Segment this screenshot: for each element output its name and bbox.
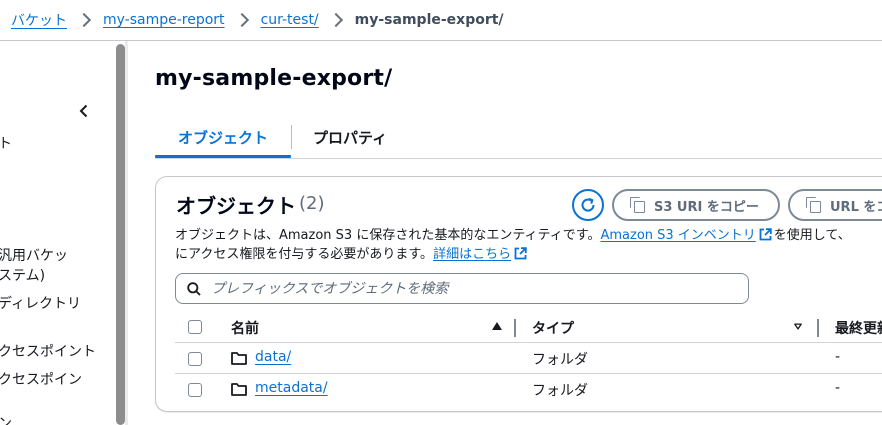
breadcrumb-buckets-link[interactable]: バケット: [11, 10, 67, 30]
folder-icon: [231, 383, 247, 396]
tabs-divider: [155, 158, 882, 159]
search-box: [175, 273, 749, 304]
sort-descending-icon[interactable]: [794, 323, 802, 330]
learn-more-link[interactable]: 詳細はこちら: [433, 247, 511, 262]
sidenav-item-general-buckets[interactable]: 汎用バケッ: [0, 245, 68, 265]
tab-objects[interactable]: オブジェクト: [155, 117, 291, 157]
side-navigation: ト 汎用バケッ ステム) ディレクトリ クセスポイント クセスポイン ン: [0, 41, 116, 425]
search-input[interactable]: [211, 280, 731, 297]
object-name-link[interactable]: metadata/: [255, 380, 328, 396]
copy-s3-uri-button[interactable]: S3 URI をコピー: [612, 189, 780, 221]
objects-panel-title: オブジェクト: [176, 194, 296, 218]
search-icon: [187, 281, 201, 296]
object-last-modified: -: [835, 380, 841, 396]
breadcrumb-current: my-sample-export/: [354, 12, 504, 28]
objects-description: オブジェクトは、Amazon S3 に保存された基本的なエンティティです。Ama…: [175, 226, 882, 264]
refresh-icon: [581, 197, 595, 212]
external-link-icon: [759, 228, 772, 241]
refresh-button[interactable]: [572, 189, 604, 221]
copy-s3-uri-label: S3 URI をコピー: [654, 199, 759, 215]
tab-properties[interactable]: プロパティ: [313, 117, 387, 157]
objects-count: (2): [299, 193, 325, 214]
description-text: オブジェクトは、Amazon S3 に保存された基本的なエンティティです。: [175, 228, 601, 243]
chevron-right-icon: [234, 12, 249, 28]
row-checkbox[interactable]: [188, 383, 202, 397]
chevron-right-icon: [76, 12, 92, 28]
breadcrumb-bucket-link[interactable]: my-sampe-report: [103, 12, 225, 28]
copy-icon: [806, 197, 822, 213]
header-row-divider: [175, 342, 882, 343]
tab-divider: [291, 125, 292, 149]
sidenav-item-directory[interactable]: ディレクトリ: [0, 293, 81, 313]
sort-ascending-icon[interactable]: [492, 322, 502, 330]
sidenav-item[interactable]: ト: [0, 133, 12, 153]
breadcrumb: バケット my-sampe-report cur-test/ my-sample…: [11, 8, 504, 32]
chevron-left-icon: [79, 104, 88, 118]
sidenav-item-access-points[interactable]: クセスポイント: [0, 341, 96, 361]
copy-icon: [630, 197, 646, 213]
object-type: フォルダ: [532, 352, 588, 368]
header-divider: [0, 40, 882, 41]
sidenav-scrollbar[interactable]: [116, 44, 125, 425]
column-resizer[interactable]: [514, 319, 516, 337]
description-text-2: にアクセス権限を付与する必要があります。: [175, 247, 434, 262]
chevron-right-icon: [328, 12, 343, 28]
sidenav-item-access-points-2[interactable]: クセスポイン: [0, 369, 82, 389]
row-checkbox[interactable]: [188, 352, 202, 366]
object-last-modified: -: [835, 349, 841, 365]
column-resizer[interactable]: [817, 319, 819, 337]
tab-bar: オブジェクト プロパティ: [155, 117, 882, 159]
select-all-checkbox[interactable]: [188, 320, 202, 334]
copy-url-button[interactable]: URL をコ: [788, 189, 882, 221]
page-title: my-sample-export/: [155, 66, 393, 91]
sidenav-item-more[interactable]: ン: [0, 413, 12, 425]
collapse-nav-button[interactable]: [76, 103, 92, 119]
object-name-link[interactable]: data/: [255, 349, 291, 365]
sidenav-item-general-buckets-line2[interactable]: ステム): [0, 265, 45, 285]
column-header-name[interactable]: 名前: [231, 318, 259, 338]
copy-url-label: URL をコ: [830, 199, 882, 215]
external-link-icon: [514, 247, 527, 260]
object-type: フォルダ: [532, 383, 588, 399]
folder-icon: [231, 352, 247, 365]
breadcrumb-prefix-link[interactable]: cur-test/: [261, 12, 319, 28]
scrollbar-gutter: [125, 41, 128, 425]
column-header-type[interactable]: タイプ: [532, 318, 574, 338]
column-header-last-modified[interactable]: 最終更新: [835, 318, 882, 338]
inventory-link[interactable]: Amazon S3 インベントリ: [600, 228, 755, 243]
description-tail: を使用して、: [773, 228, 851, 243]
row-divider: [175, 373, 882, 374]
